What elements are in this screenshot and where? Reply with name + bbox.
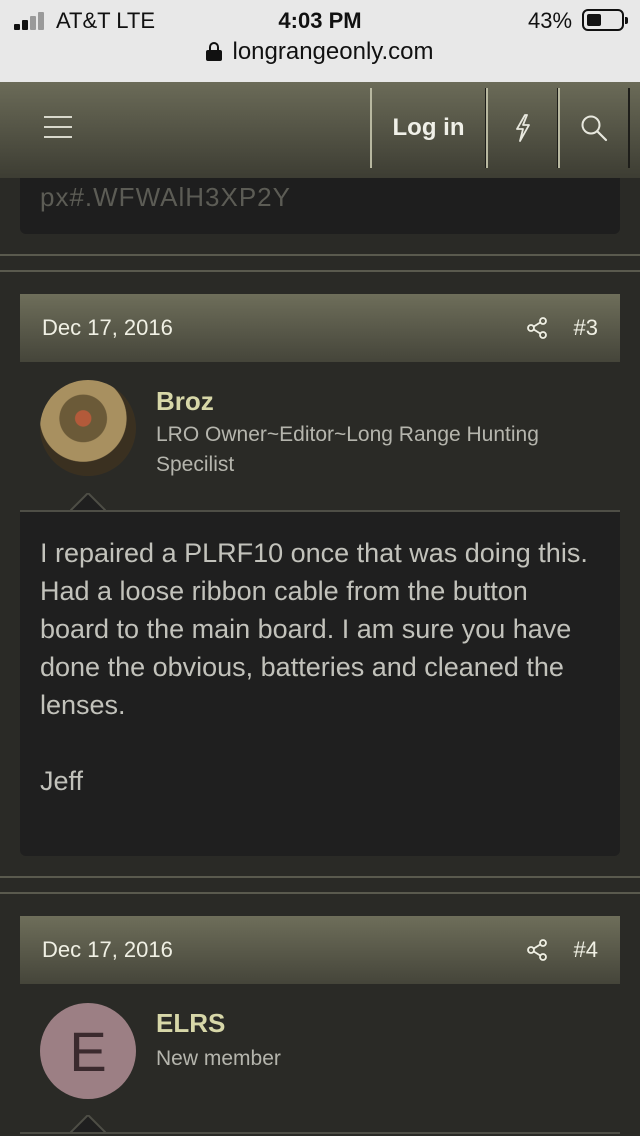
whats-new-button[interactable] [486,88,558,168]
battery-icon [582,9,628,31]
share-icon[interactable] [526,939,548,961]
lock-icon [206,42,223,61]
battery-percent: 43% [528,8,573,33]
search-icon [581,115,608,142]
post-number[interactable]: #4 [574,937,598,963]
post-number[interactable]: #3 [574,315,598,341]
status-bar: AT&T LTE 4:03 PM 43% [0,0,640,40]
avatar[interactable] [40,380,136,476]
divider [0,876,640,878]
share-icon[interactable] [526,317,548,339]
code-block: px#.WFWAlH3XP2Y [20,178,620,234]
site-header: Log in [0,82,640,178]
post-date[interactable]: Dec 17, 2016 [42,315,526,341]
message-divider [20,1132,620,1134]
post-text: I repaired a PLRF10 once that was doing … [40,538,588,720]
avatar[interactable]: E [40,1003,136,1099]
divider [0,892,640,894]
divider [0,254,640,256]
username[interactable]: ELRS [156,1008,225,1039]
post-header: Dec 17, 2016 #3 [20,294,620,362]
address-bar[interactable]: longrangeonly.com [0,38,640,76]
user-title: LRO Owner~Editor~Long Range Hunting Spec… [156,423,539,476]
post-date[interactable]: Dec 17, 2016 [42,937,526,963]
search-button[interactable] [558,88,630,168]
post-header: Dec 17, 2016 #4 [20,916,620,984]
login-button[interactable]: Log in [370,88,486,168]
speech-arrow [70,493,106,511]
bolt-icon [515,114,530,142]
post-signature: Jeff [40,766,84,796]
url-text: longrangeonly.com [232,38,434,65]
browser-chrome: AT&T LTE 4:03 PM 43% longrangeonly.com [0,0,640,82]
menu-icon[interactable] [44,116,72,138]
user-title: New member [156,1047,281,1070]
speech-arrow [70,1115,106,1133]
username[interactable]: Broz [156,386,214,417]
post-body: I repaired a PLRF10 once that was doing … [20,512,620,856]
divider [0,270,640,272]
